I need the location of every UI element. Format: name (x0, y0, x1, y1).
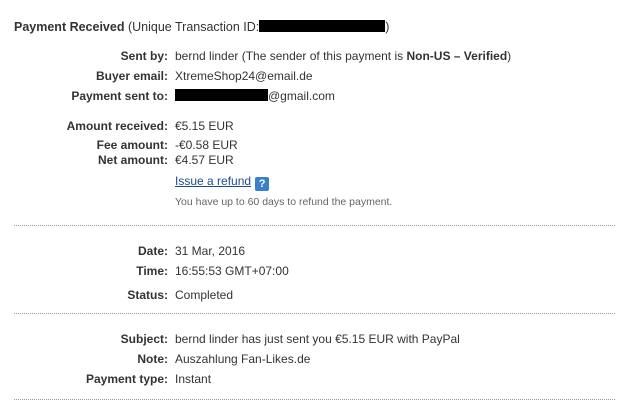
redacted-transaction-id (259, 20, 386, 32)
amount-received-row: Amount received: €5.15 EUR (0, 119, 629, 135)
sender-note-suffix: ) (507, 49, 512, 63)
refund-note-row: You have up to 60 days to refund the pay… (0, 196, 629, 212)
separator-3 (14, 399, 615, 400)
date-label: Date: (137, 244, 168, 258)
refund-container: Issue a refund? (175, 174, 270, 191)
amount-received-value: €5.15 EUR (175, 119, 234, 133)
title-transaction-suffix: ) (385, 20, 390, 34)
buyer-email-value: XtremeShop24@email.de (175, 69, 313, 83)
time-value: 16:55:53 GMT+07:00 (175, 264, 289, 278)
buyer-email-label: Buyer email: (95, 69, 168, 83)
page-title: Payment Received (Unique Transaction ID:… (14, 20, 389, 34)
note-value: Auszahlung Fan-Likes.de (175, 352, 311, 366)
subject-label: Subject: (120, 332, 168, 346)
help-icon[interactable]: ? (255, 177, 270, 191)
note-row: Note: Auszahlung Fan-Likes.de (0, 352, 629, 368)
payment-type-value: Instant (175, 372, 212, 386)
title-transaction-prefix: (Unique Transaction ID: (127, 20, 260, 34)
status-value: Completed (175, 288, 234, 302)
subject-value: bernd linder has just sent you €5.15 EUR… (175, 332, 460, 346)
refund-note: You have up to 60 days to refund the pay… (175, 196, 393, 208)
sender-verification-status: Non-US – Verified (406, 49, 508, 63)
sent-by-value: bernd linder (The sender of this payment… (175, 49, 511, 63)
status-row: Status: Completed (0, 288, 629, 304)
payment-type-label: Payment type: (85, 372, 168, 386)
refund-row: Issue a refund? (0, 174, 629, 191)
sender-note-prefix: (The sender of this payment is (241, 49, 407, 63)
fee-amount-row: Fee amount: -€0.58 EUR (0, 138, 629, 154)
payment-sent-to-value: @gmail.com (175, 89, 335, 103)
time-row: Time: 16:55:53 GMT+07:00 (0, 264, 629, 280)
amount-received-label: Amount received: (66, 119, 168, 133)
sent-by-row: Sent by: bernd linder (The sender of thi… (0, 49, 629, 65)
status-label: Status: (127, 288, 168, 302)
separator-1 (14, 225, 615, 226)
issue-refund-link[interactable]: Issue a refund (175, 174, 251, 188)
sender-name: bernd linder (175, 49, 239, 63)
fee-amount-label: Fee amount: (96, 138, 168, 152)
time-label: Time: (136, 264, 168, 278)
redacted-email-user (175, 89, 268, 101)
subject-row: Subject: bernd linder has just sent you … (0, 332, 629, 348)
net-amount-row: Net amount: €4.57 EUR (0, 153, 629, 169)
date-value: 31 Mar, 2016 (175, 244, 246, 258)
payment-sent-to-label: Payment sent to: (71, 89, 168, 103)
payment-sent-to-row: Payment sent to: @gmail.com (0, 89, 629, 105)
note-label: Note: (137, 352, 168, 366)
fee-amount-value: -€0.58 EUR (175, 138, 238, 152)
separator-2 (14, 313, 615, 314)
sent-by-label: Sent by: (120, 49, 168, 63)
recipient-email-domain: @gmail.com (268, 89, 335, 103)
date-row: Date: 31 Mar, 2016 (0, 244, 629, 260)
title-bold: Payment Received (14, 20, 125, 34)
payment-type-row: Payment type: Instant (0, 372, 629, 388)
net-amount-value: €4.57 EUR (175, 153, 234, 167)
buyer-email-row: Buyer email: XtremeShop24@email.de (0, 69, 629, 85)
net-amount-label: Net amount: (98, 153, 168, 167)
